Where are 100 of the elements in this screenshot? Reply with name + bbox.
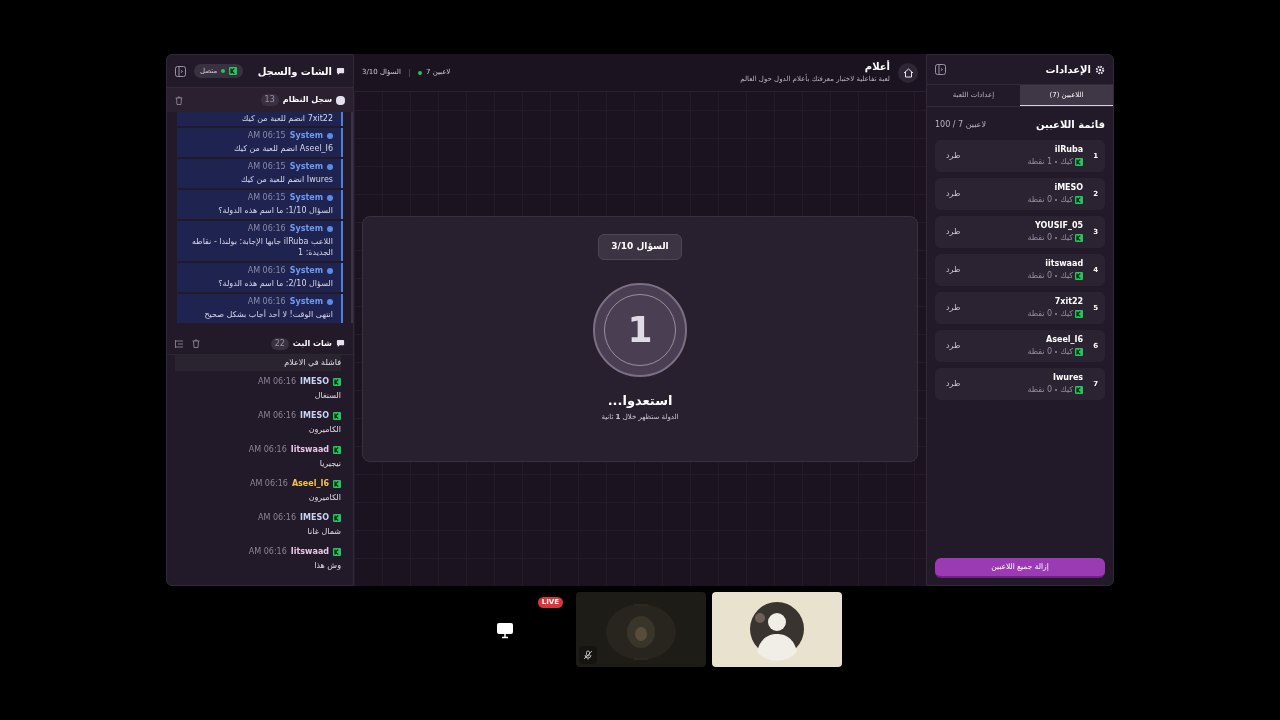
logo-icon bbox=[1075, 196, 1084, 204]
chat-message: فاشلة في الاعلام bbox=[175, 355, 341, 371]
log-message: اللاعب ilRuba جابها الإجابة: بولندا - نقاطه الجديدة: 1 bbox=[190, 236, 333, 258]
player-platform: كيك bbox=[1060, 157, 1074, 167]
trash-icon[interactable] bbox=[192, 339, 200, 348]
home-button[interactable] bbox=[898, 62, 918, 83]
collapse-icon[interactable] bbox=[175, 65, 186, 77]
log-message: Iwures انضم للعبة من كيك bbox=[239, 174, 333, 185]
logo-icon bbox=[333, 378, 341, 386]
message-time: AM 06:15 bbox=[247, 162, 286, 172]
count-badge: 22 bbox=[270, 337, 289, 350]
chat-message: شمال غانا bbox=[306, 526, 341, 537]
message-time: AM 06:16 bbox=[258, 411, 297, 421]
message-time: AM 06:16 bbox=[247, 224, 286, 234]
chat-message: الكاميرون bbox=[307, 424, 341, 435]
player-points: 0 نقطة bbox=[1027, 347, 1053, 357]
kick-button[interactable]: طرد bbox=[942, 340, 965, 352]
logo-icon bbox=[1075, 386, 1084, 394]
collapse-icon[interactable] bbox=[935, 64, 946, 75]
panel-title: الإعدادات bbox=[1045, 63, 1091, 77]
player-platform: كيك bbox=[1060, 195, 1074, 205]
logo-icon bbox=[333, 548, 341, 556]
trash-icon[interactable] bbox=[175, 95, 183, 105]
logo-icon bbox=[229, 67, 238, 75]
sender-name: System bbox=[289, 193, 323, 203]
player-points: 0 نقطة bbox=[1027, 271, 1053, 281]
user-name: Aseel_I6 bbox=[291, 479, 329, 489]
user-name: Iitswaad bbox=[290, 445, 329, 455]
sender-name: System bbox=[289, 297, 323, 307]
question-badge: السؤال 3/10 bbox=[598, 234, 682, 260]
kick-button[interactable]: طرد bbox=[942, 378, 965, 390]
logo-icon bbox=[1075, 272, 1084, 280]
count-badge: 13 bbox=[260, 94, 279, 106]
sender-name: System bbox=[289, 224, 323, 234]
capacity-text: 100 / 7 لاعبين bbox=[935, 118, 986, 131]
kick-button[interactable]: طرد bbox=[942, 188, 965, 200]
align-icon[interactable] bbox=[175, 339, 184, 348]
chat-icon bbox=[336, 339, 345, 348]
chat-message: نيجيريا bbox=[318, 458, 341, 469]
message-time: AM 06:15 bbox=[247, 131, 286, 141]
kick-button[interactable]: طرد bbox=[942, 302, 965, 314]
chat-message: السنغال bbox=[313, 390, 341, 401]
kick-button[interactable]: طرد bbox=[942, 226, 965, 238]
section-title: سجل النظام bbox=[282, 94, 332, 106]
logo-icon bbox=[1075, 234, 1084, 242]
section-title: شات البث bbox=[292, 337, 332, 350]
logo-icon bbox=[333, 412, 341, 420]
message-time: AM 06:16 bbox=[249, 479, 288, 489]
list-title: قائمة اللاعبين bbox=[1035, 118, 1105, 132]
kick-button[interactable]: طرد bbox=[942, 264, 965, 276]
logo-icon bbox=[1075, 158, 1084, 166]
player-name: ilRuba bbox=[1054, 145, 1084, 155]
log-message: السؤال 2/10: ما اسم هذه الدولة؟ bbox=[217, 278, 333, 289]
logo-icon bbox=[333, 446, 341, 454]
log-message: السؤال 1/10: ما اسم هذه الدولة؟ bbox=[217, 205, 333, 216]
ready-heading: استعدوا... bbox=[607, 391, 673, 410]
message-time: AM 06:16 bbox=[248, 547, 287, 557]
player-platform: كيك bbox=[1060, 233, 1074, 243]
message-time: AM 06:16 bbox=[247, 297, 286, 307]
user-name: IMESO bbox=[300, 377, 329, 387]
user-name: IMESO bbox=[300, 411, 329, 421]
player-name: Iwures bbox=[1052, 373, 1084, 383]
player-points: 0 نقطة bbox=[1027, 233, 1053, 243]
log-message: انتهى الوقت! لا أحد أجاب بشكل صحيح bbox=[203, 309, 333, 320]
player-points: 0 نقطة bbox=[1027, 309, 1053, 319]
chat-message: وش هذا bbox=[313, 560, 341, 571]
user-name: IMESO bbox=[300, 513, 329, 523]
player-points: 0 نقطة bbox=[1027, 195, 1053, 205]
player-name: 7xit22 bbox=[1054, 297, 1084, 307]
player-platform: كيك bbox=[1060, 385, 1074, 395]
sender-name: System bbox=[289, 266, 323, 276]
mute-button[interactable] bbox=[579, 646, 597, 664]
message-time: AM 06:16 bbox=[248, 445, 287, 455]
chat-icon bbox=[336, 66, 345, 76]
countdown-number: 1 bbox=[627, 307, 653, 352]
home-icon bbox=[902, 67, 914, 78]
chat-message: الكاميرون bbox=[307, 492, 341, 503]
sender-name: System bbox=[289, 131, 323, 141]
monitor-icon bbox=[496, 620, 514, 639]
player-name: Aseel_I6 bbox=[1046, 335, 1084, 345]
player-name: iMESO bbox=[1054, 183, 1084, 193]
logo-icon bbox=[1075, 310, 1084, 318]
player-name: iitswaad bbox=[1045, 259, 1084, 269]
sender-name: System bbox=[289, 162, 323, 172]
message-time: AM 06:16 bbox=[247, 266, 286, 276]
logo-icon bbox=[1075, 348, 1084, 356]
log-entry: 7xit22 انضم للعبة من كيك bbox=[177, 112, 343, 126]
player-points: 0 نقطة bbox=[1027, 385, 1053, 395]
game-title: أعلام bbox=[863, 61, 890, 74]
settings-icon bbox=[1095, 64, 1105, 75]
player-platform: كيك bbox=[1060, 347, 1074, 357]
logo-icon bbox=[333, 480, 341, 488]
kick-button[interactable]: طرد bbox=[942, 150, 965, 162]
player-points: 1 نقطة bbox=[1027, 157, 1053, 167]
panel-title: الشات والسجل bbox=[257, 64, 332, 79]
player-platform: كيك bbox=[1060, 309, 1074, 319]
log-message: Aseel_I6 انضم للعبة من كيك bbox=[232, 143, 333, 154]
user-name: Iitswaad bbox=[290, 547, 329, 557]
message-time: AM 06:16 bbox=[258, 377, 297, 387]
player-platform: كيك bbox=[1060, 271, 1074, 281]
